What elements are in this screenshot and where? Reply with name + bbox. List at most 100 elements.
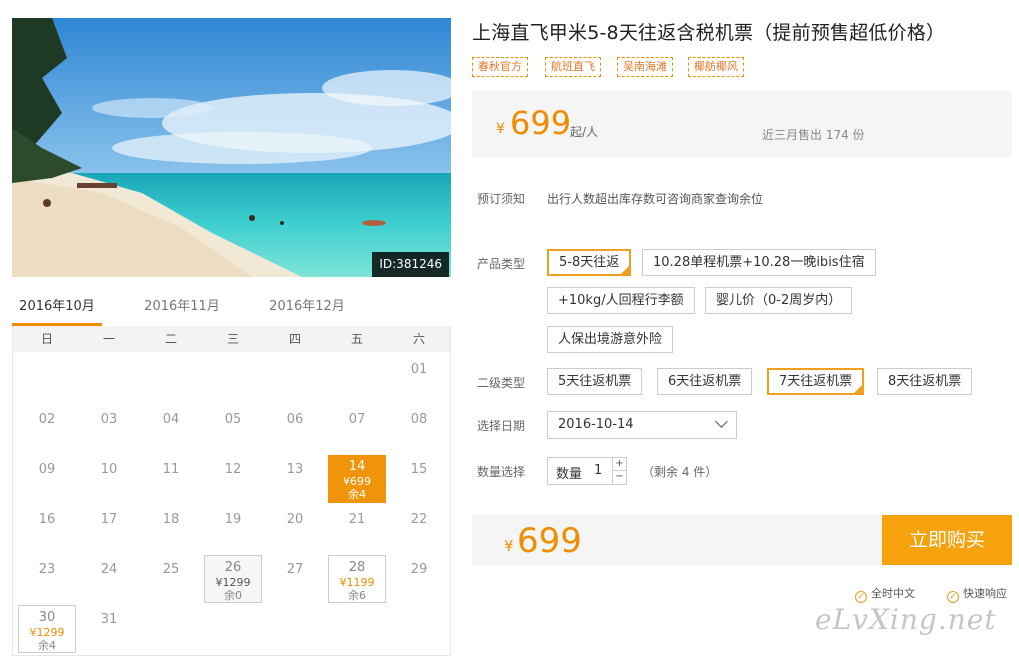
date-value: 2016-10-14 (558, 417, 634, 432)
notice-label: 预订须知 (477, 192, 526, 206)
day-price: ¥1299 (29, 626, 65, 639)
calendar-day: 06 (266, 405, 324, 453)
quantity-value[interactable]: 1 (594, 463, 602, 478)
subtype-option-6-days[interactable]: 6天往返机票 (657, 368, 753, 395)
calendar-day: 15 (390, 455, 448, 503)
quantity-stepper: 数量 1 + − (547, 457, 627, 485)
calendar-day: 17 (80, 505, 138, 553)
weekday-label: 五 (350, 332, 363, 346)
subtype-option-7-days[interactable]: 7天往返机票 (767, 368, 865, 395)
calendar-day: 22 (390, 505, 448, 553)
service-label: 全时中文 (871, 587, 915, 600)
date-label: 选择日期 (477, 419, 526, 433)
subtype-option-5-days[interactable]: 5天往返机票 (547, 368, 643, 395)
day-number: 08 (410, 412, 428, 427)
calendar-day: 21 (328, 505, 386, 553)
calendar-day: 02 (18, 405, 76, 453)
calendar-day: 01 (390, 355, 448, 403)
watermark: eLvXing.net (815, 603, 997, 636)
day-number: 18 (162, 512, 180, 527)
day-number: 25 (162, 562, 180, 577)
subtype-label: 二级类型 (477, 376, 526, 390)
day-number: 24 (100, 562, 118, 577)
calendar-day: 25 (142, 555, 200, 603)
calendar-day: 16 (18, 505, 76, 553)
stock-remaining: （剩余 4 件） (642, 465, 718, 479)
calendar-day: 09 (18, 455, 76, 503)
day-number: 16 (38, 512, 56, 527)
calendar-day[interactable]: 14 ¥699 余4 (328, 455, 386, 503)
day-number: 27 (286, 562, 304, 577)
price-unit: 起/人 (570, 125, 599, 139)
calendar-day: 19 (204, 505, 262, 553)
day-number: 28 (348, 560, 366, 575)
calendar-day: 12 (204, 455, 262, 503)
product-title: 上海直飞甲米5-8天往返含税机票（提前预售超低价格） (472, 22, 946, 44)
weekday-label: 日 (40, 332, 53, 346)
tag: 吴南海滩 (617, 57, 673, 77)
weekday-label: 三 (226, 332, 239, 346)
type-option-oneway-hotel[interactable]: 10.28单程机票+10.28一晚ibis住宿 (642, 249, 876, 276)
product-type-label: 产品类型 (477, 257, 526, 271)
day-number: 22 (410, 512, 428, 527)
day-number: 10 (100, 462, 118, 477)
type-option-5-8-days[interactable]: 5-8天往返 (547, 249, 632, 276)
tab-month-oct[interactable]: 2016年10月 (12, 294, 102, 326)
day-number: 12 (224, 462, 242, 477)
month-tabs: 2016年10月 2016年11月 2016年12月 (12, 294, 451, 326)
weekday-label: 六 (412, 332, 425, 346)
tab-month-dec[interactable]: 2016年12月 (257, 294, 357, 326)
quantity-minus-button[interactable]: − (612, 471, 626, 484)
currency-symbol: ¥ (496, 121, 505, 137)
calendar-day: 11 (142, 455, 200, 503)
day-remaining: 余0 (224, 589, 242, 602)
total-price: 699 (517, 521, 582, 561)
weekday-label: 一 (102, 332, 115, 346)
calendar-day: 27 (266, 555, 324, 603)
weekday-header: 日一二三四五六 (13, 326, 450, 352)
calendar-day: 07 (328, 405, 386, 453)
day-number: 29 (410, 562, 428, 577)
day-number: 09 (38, 462, 56, 477)
quantity-inner-label: 数量 (556, 467, 583, 482)
calendar-day: 31 (80, 605, 138, 653)
buy-now-button[interactable]: 立即购买 (882, 515, 1012, 565)
calendar-day: 24 (80, 555, 138, 603)
calendar-day[interactable]: 26 ¥1299 余0 (204, 555, 262, 603)
day-number: 13 (286, 462, 304, 477)
calendar-day: 05 (204, 405, 262, 453)
chevron-down-icon (715, 415, 728, 428)
weekday-label: 四 (288, 332, 301, 346)
type-option-baggage[interactable]: +10kg/人回程行李额 (547, 287, 695, 314)
photo-id-badge: ID:381246 (372, 252, 449, 277)
date-select[interactable]: 2016-10-14 (547, 411, 737, 439)
subtype-option-8-days[interactable]: 8天往返机票 (877, 368, 973, 395)
calendar-day: 04 (142, 405, 200, 453)
tab-month-nov[interactable]: 2016年11月 (132, 294, 232, 326)
tag: 春秋官方 (472, 57, 528, 77)
tag: 航班直飞 (545, 57, 601, 77)
day-price: ¥1199 (339, 576, 375, 589)
day-price: ¥1299 (215, 576, 251, 589)
day-number: 07 (348, 412, 366, 427)
quantity-plus-button[interactable]: + (612, 458, 626, 471)
product-photo: ID:381246 (12, 18, 451, 277)
type-option-infant[interactable]: 婴儿价（0-2周岁内） (705, 287, 853, 314)
type-option-insurance[interactable]: 人保出境游意外险 (547, 326, 674, 353)
calendar-day[interactable]: 28 ¥1199 余6 (328, 555, 386, 603)
day-number: 01 (410, 362, 428, 377)
day-price: ¥699 (343, 475, 371, 488)
currency-symbol: ¥ (504, 537, 514, 555)
calendar-day: 29 (390, 555, 448, 603)
calendar-day: 18 (142, 505, 200, 553)
service-badge: ✓ 全时中文 (855, 585, 915, 603)
day-number: 03 (100, 412, 118, 427)
calendar-day: 08 (390, 405, 448, 453)
calendar-day[interactable]: 30 ¥1299 余4 (18, 605, 76, 653)
day-number: 19 (224, 512, 242, 527)
notice-text: 出行人数超出库存数可咨询商家查询余位 (547, 192, 764, 206)
day-remaining: 余6 (348, 589, 366, 602)
day-number: 21 (348, 512, 366, 527)
day-remaining: 余4 (38, 639, 56, 652)
calendar-day: 20 (266, 505, 324, 553)
